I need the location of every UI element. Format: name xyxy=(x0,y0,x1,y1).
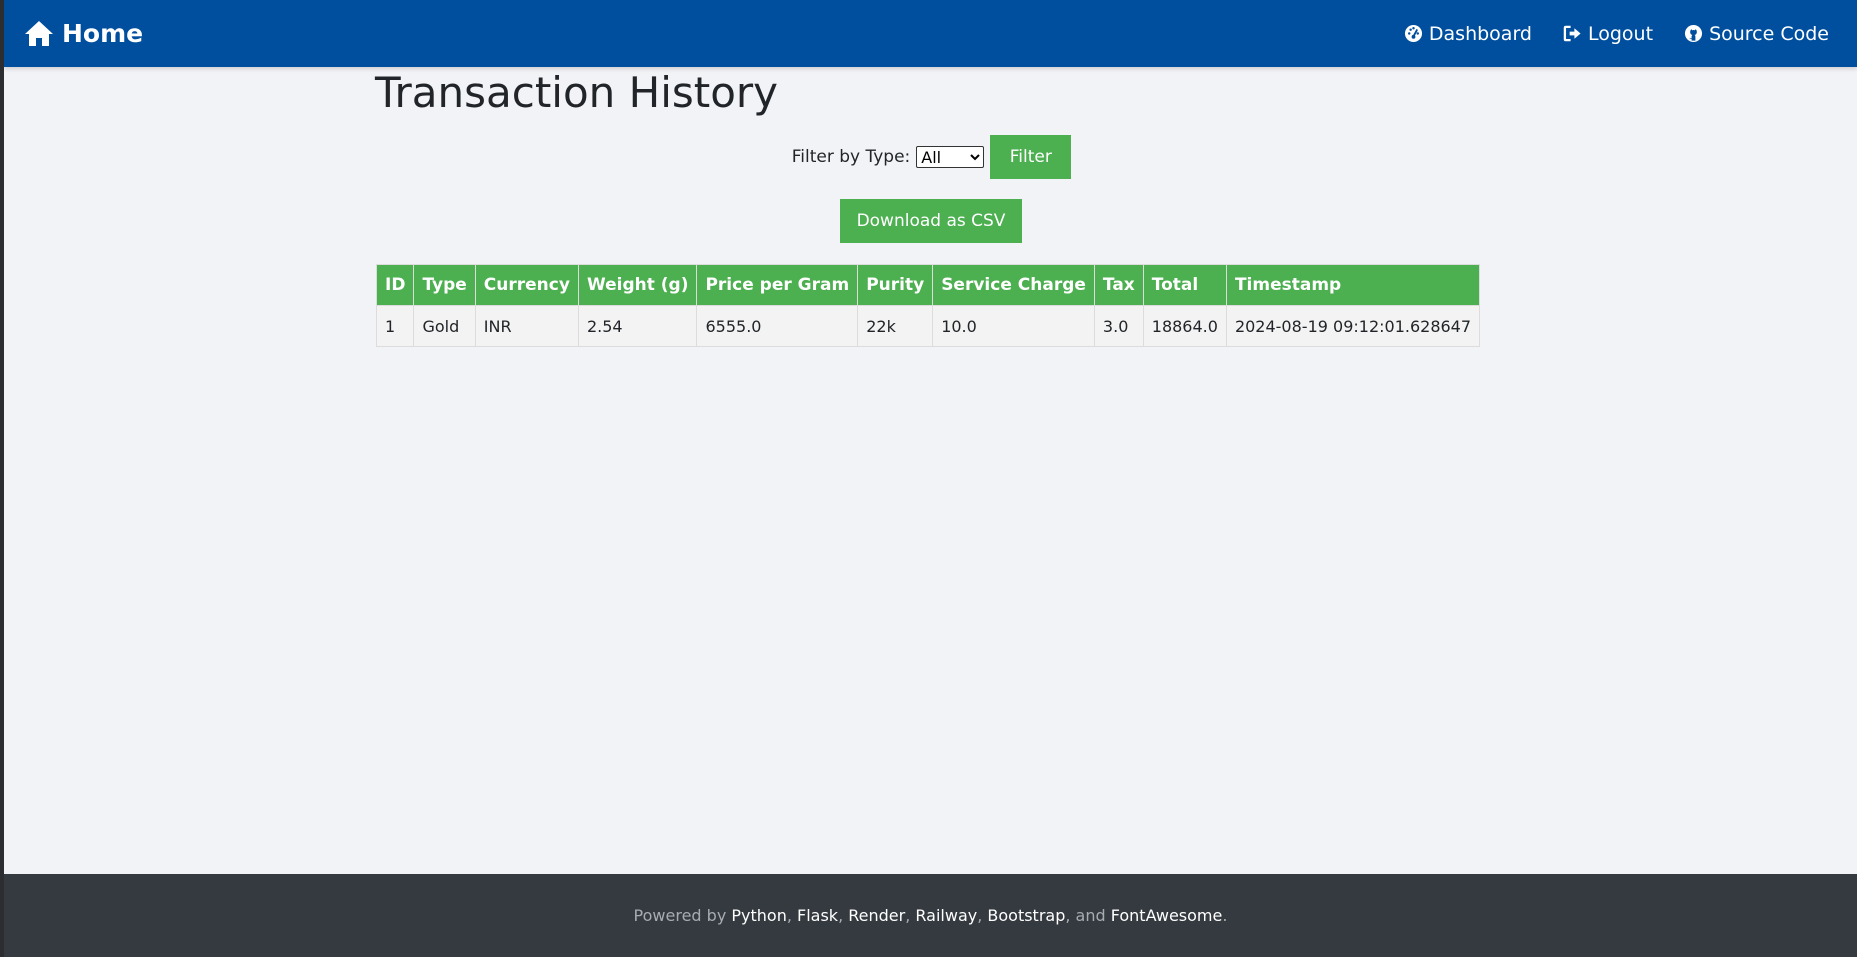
nav-dashboard-label: Dashboard xyxy=(1428,22,1532,45)
col-tax: Tax xyxy=(1093,264,1144,306)
footer-link-flask[interactable]: Flask xyxy=(797,906,838,925)
footer-sep: , xyxy=(838,906,849,925)
filter-label: Filter by Type: xyxy=(791,147,911,167)
home-icon xyxy=(25,21,53,46)
window-edge xyxy=(0,0,4,957)
nav-logout-label: Logout xyxy=(1588,22,1654,45)
col-id: ID xyxy=(375,264,415,306)
cell-purity: 22k xyxy=(857,305,934,347)
page-title: Transaction History xyxy=(375,68,779,117)
footer-link-fontawesome[interactable]: FontAwesome xyxy=(1111,906,1223,925)
download-csv-button[interactable]: Download as CSV xyxy=(840,199,1022,243)
filter-button[interactable]: Filter xyxy=(990,135,1072,179)
footer-link-render[interactable]: Render xyxy=(848,906,905,925)
col-total: Total xyxy=(1142,264,1227,306)
cell-price-per-gram: 6555.0 xyxy=(696,305,859,347)
footer-link-bootstrap[interactable]: Bootstrap xyxy=(987,906,1065,925)
github-icon xyxy=(1685,24,1703,43)
cell-type: Gold xyxy=(413,305,476,347)
footer-link-python[interactable]: Python xyxy=(731,906,786,925)
home-label: Home xyxy=(62,19,144,48)
cell-currency: INR xyxy=(474,305,579,347)
col-currency: Currency xyxy=(474,264,579,306)
dashboard-icon xyxy=(1404,24,1422,43)
footer-prefix: Powered by xyxy=(633,906,732,925)
navbar: Home Dashboard Logout Source Code xyxy=(4,0,1857,67)
col-service-charge: Service Charge xyxy=(932,264,1095,306)
col-type: Type xyxy=(413,264,476,306)
nav-links: Dashboard Logout Source Code xyxy=(1373,23,1829,45)
table-header-row: ID Type Currency Weight (g) Price per Gr… xyxy=(375,264,1481,306)
transaction-table: ID Type Currency Weight (g) Price per Gr… xyxy=(375,264,1481,347)
footer-link-railway[interactable]: Railway xyxy=(915,906,977,925)
cell-timestamp: 2024-08-19 09:12:01.628647 xyxy=(1225,305,1481,347)
logout-icon xyxy=(1563,25,1581,42)
col-timestamp: Timestamp xyxy=(1225,264,1481,306)
col-purity: Purity xyxy=(857,264,934,306)
footer-sep: , xyxy=(977,906,988,925)
cell-service-charge: 10.0 xyxy=(932,305,1095,347)
filter-form: Filter by Type: All Filter xyxy=(0,135,1857,179)
home-link[interactable]: Home xyxy=(24,19,143,48)
footer: Powered by ​Python, Flask, Render, Railw… xyxy=(4,874,1857,957)
cell-tax: 3.0 xyxy=(1093,305,1144,347)
cell-total: 18864.0 xyxy=(1142,305,1227,347)
nav-source-code-label: Source Code xyxy=(1709,22,1829,45)
nav-logout[interactable]: Logout xyxy=(1563,23,1653,45)
nav-source-code[interactable]: Source Code xyxy=(1684,23,1829,45)
cell-weight: 2.54 xyxy=(577,305,698,347)
footer-and: , and xyxy=(1065,906,1111,925)
nav-dashboard[interactable]: Dashboard xyxy=(1404,23,1532,45)
type-select[interactable]: All xyxy=(916,146,985,168)
footer-sep: , xyxy=(786,906,798,925)
col-price-per-gram: Price per Gram xyxy=(696,264,859,306)
footer-sep: , xyxy=(905,906,916,925)
footer-suffix: . xyxy=(1222,906,1228,925)
cell-id: 1 xyxy=(375,305,415,347)
col-weight: Weight (g) xyxy=(577,264,698,306)
table-row: 1 Gold INR 2.54 6555.0 22k 10.0 3.0 1886… xyxy=(375,305,1481,347)
